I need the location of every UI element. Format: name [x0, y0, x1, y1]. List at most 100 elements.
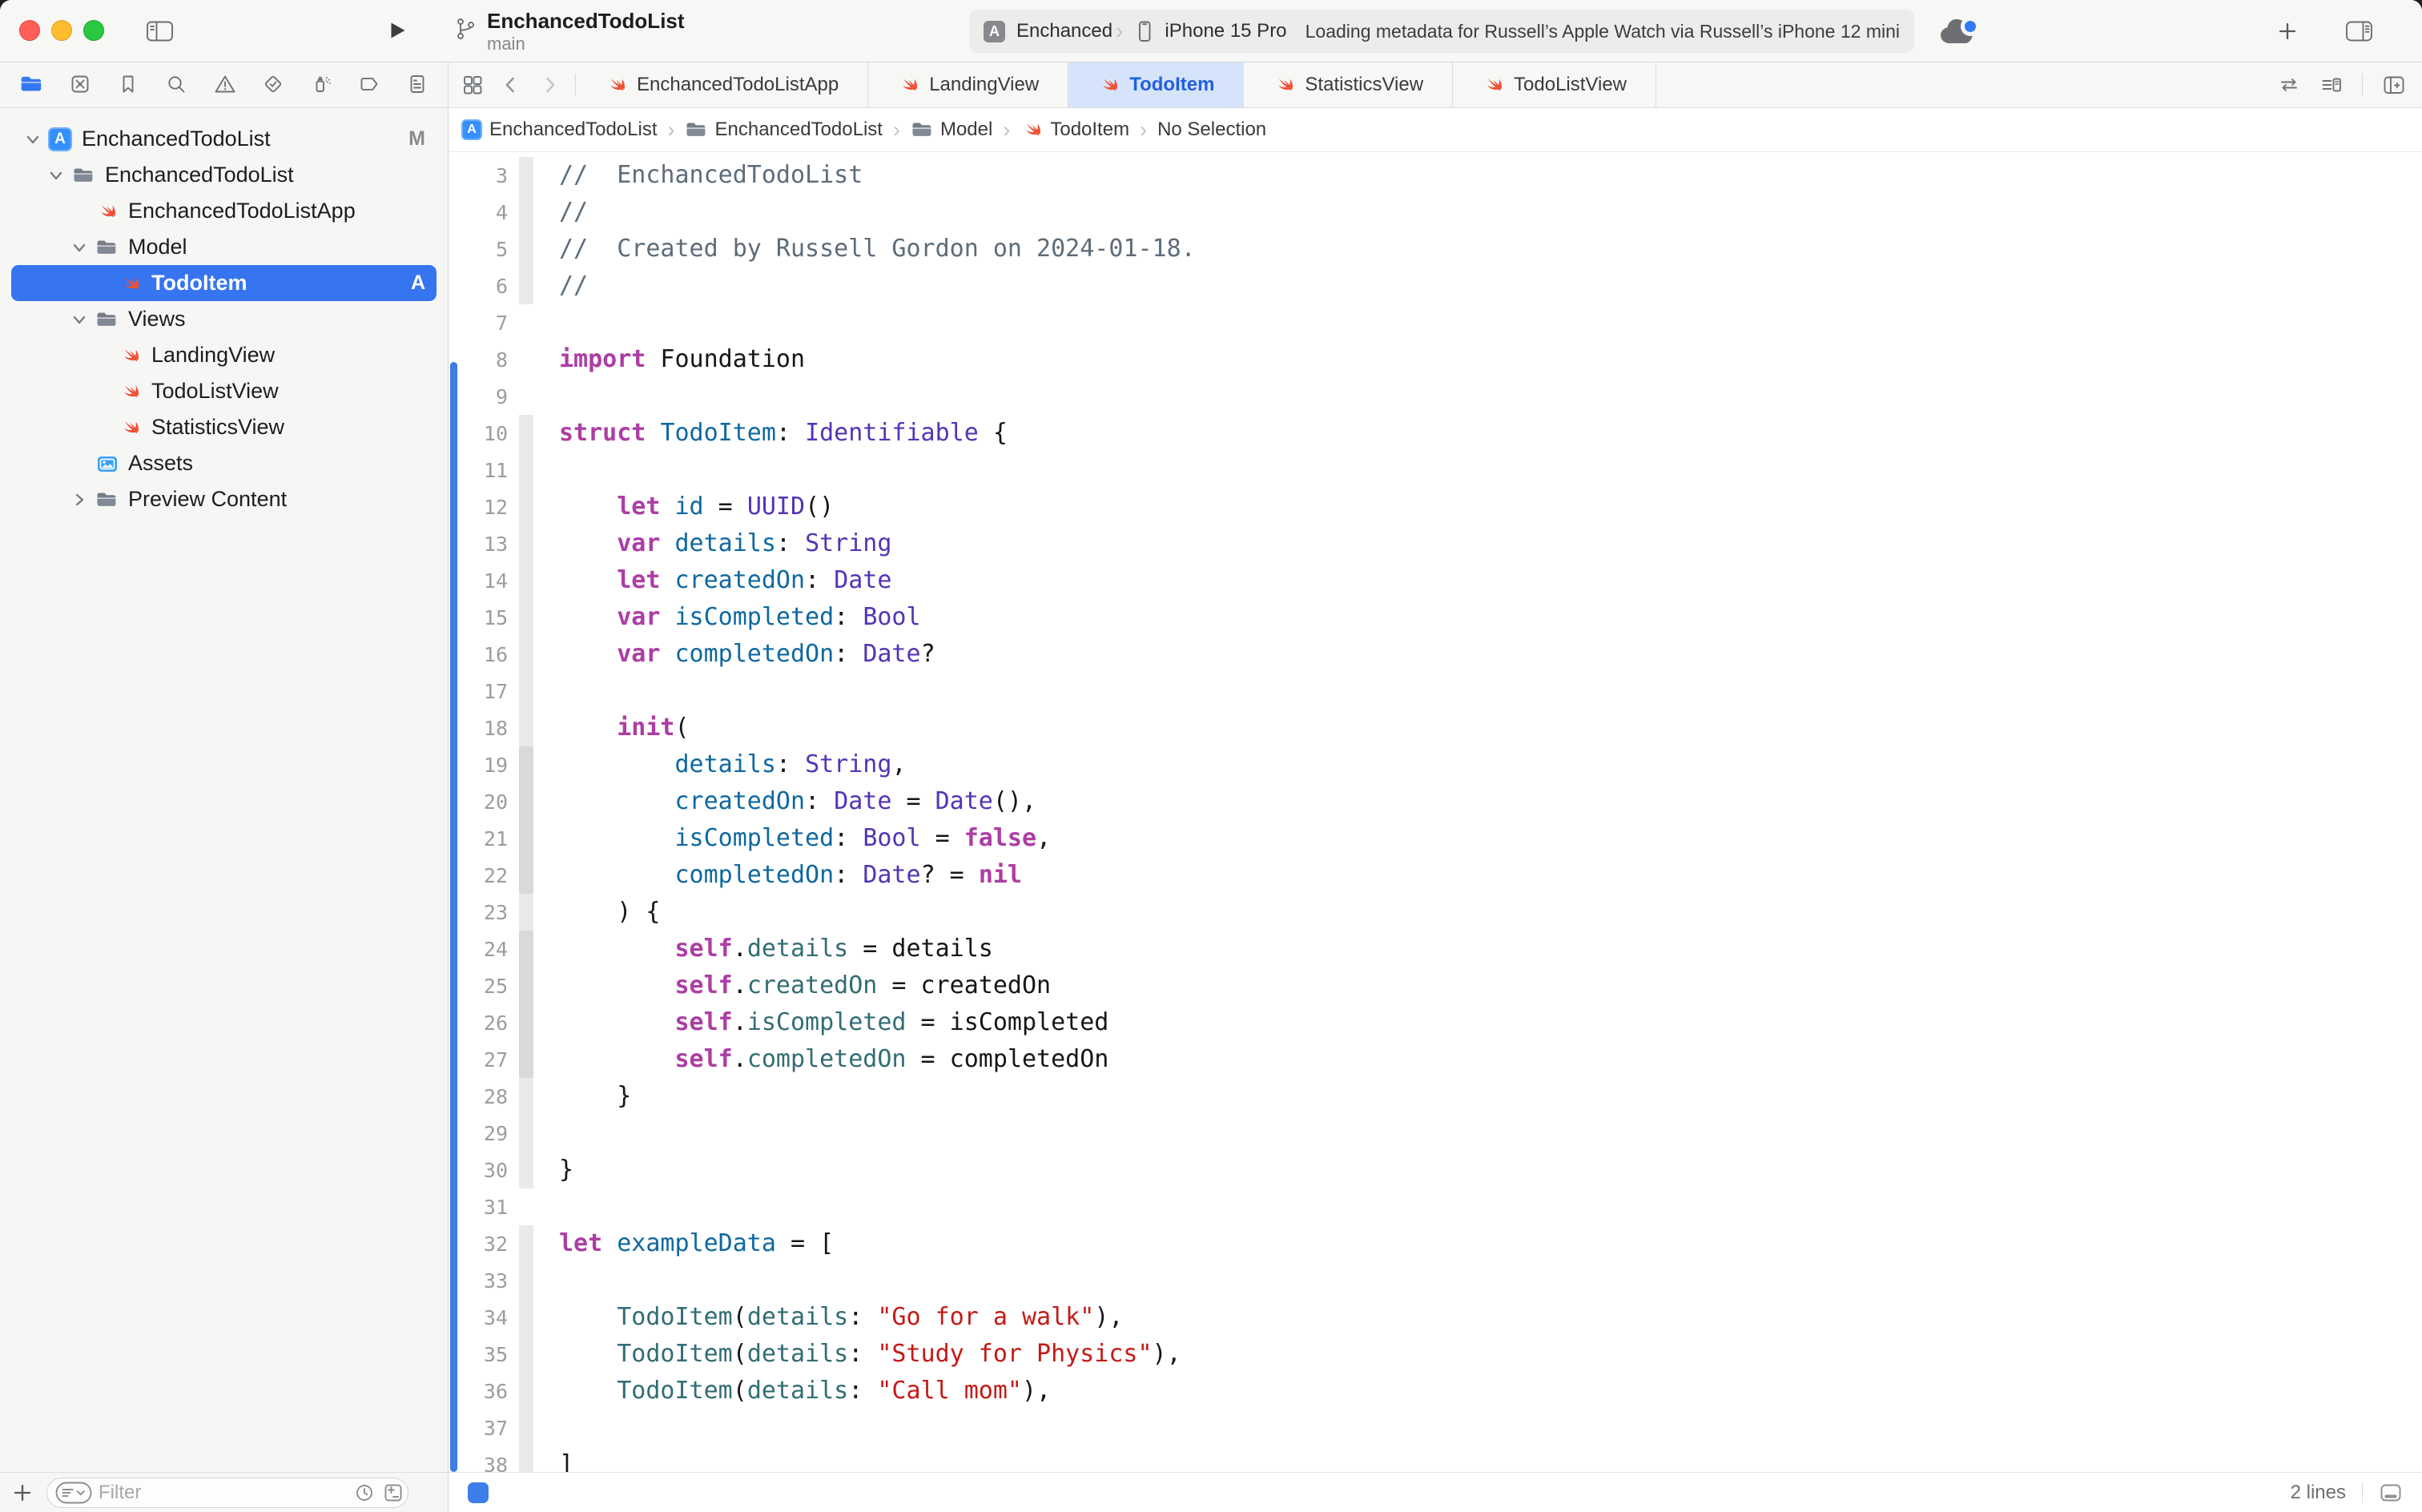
code-fold-ribbon[interactable] [519, 489, 533, 525]
line-number[interactable]: 32 [449, 1233, 519, 1256]
code-fold-ribbon[interactable] [519, 599, 533, 636]
code-fold-ribbon[interactable] [519, 1373, 533, 1409]
code-fold-ribbon[interactable] [519, 967, 533, 1004]
tab-todolistview[interactable]: TodoListView [1453, 62, 1656, 107]
line-number[interactable]: 8 [449, 348, 519, 372]
code-fold-ribbon[interactable] [519, 1004, 533, 1041]
code-block-indicator-icon[interactable] [468, 1482, 489, 1503]
line-number[interactable]: 38 [449, 1454, 519, 1473]
tree-item-enchancedtodolist[interactable]: AEnchancedTodoListM [11, 121, 437, 157]
report-navigator-icon[interactable] [406, 73, 428, 98]
line-number[interactable]: 28 [449, 1085, 519, 1108]
tree-item-todoitem[interactable]: TodoItemA [11, 265, 437, 301]
line-number[interactable]: 19 [449, 754, 519, 777]
line-number[interactable]: 14 [449, 569, 519, 593]
code-fold-ribbon[interactable] [519, 1041, 533, 1078]
code-fold-ribbon[interactable] [519, 452, 533, 489]
test-navigator-icon[interactable] [262, 73, 284, 98]
line-number[interactable]: 18 [449, 717, 519, 740]
breadcrumb-segment[interactable]: AEnchancedTodoList [461, 119, 657, 141]
code-fold-ribbon[interactable] [519, 1409, 533, 1446]
find-navigator-icon[interactable] [165, 73, 187, 98]
device-selector[interactable]: iPhone 15 Pro [1165, 20, 1286, 42]
forward-button[interactable] [538, 74, 561, 96]
tab-landingview[interactable]: LandingView [868, 62, 1068, 107]
line-number[interactable]: 30 [449, 1159, 519, 1182]
code-fold-ribbon[interactable] [519, 1262, 533, 1299]
issue-navigator-icon[interactable] [214, 73, 236, 98]
tree-item-model[interactable]: Model [11, 229, 437, 265]
line-number[interactable]: 10 [449, 422, 519, 445]
code-fold-ribbon[interactable] [519, 157, 533, 194]
breadcrumb-segment[interactable]: TodoItem [1020, 119, 1129, 141]
chevron-open-icon[interactable] [67, 311, 91, 328]
line-number[interactable]: 27 [449, 1048, 519, 1072]
add-file-button[interactable] [11, 1482, 34, 1504]
line-number[interactable]: 6 [449, 275, 519, 298]
line-number[interactable]: 5 [449, 238, 519, 261]
related-items-icon[interactable] [2277, 74, 2301, 96]
line-number[interactable]: 4 [449, 201, 519, 224]
code-fold-ribbon[interactable] [519, 267, 533, 304]
code-fold-ribbon[interactable] [519, 1299, 533, 1336]
tab-overview-icon[interactable] [461, 74, 484, 96]
line-number[interactable]: 34 [449, 1306, 519, 1329]
code-fold-ribbon[interactable] [519, 746, 533, 783]
tree-item-landingview[interactable]: LandingView [11, 337, 437, 373]
line-number[interactable]: 9 [449, 385, 519, 408]
chevron-open-icon[interactable] [67, 239, 91, 256]
code-fold-ribbon[interactable] [519, 1336, 533, 1373]
chevron-closed-icon[interactable] [67, 491, 91, 509]
code-fold-ribbon[interactable] [519, 415, 533, 452]
tree-item-statisticsview[interactable]: StatisticsView [11, 409, 437, 445]
code-fold-ribbon[interactable] [519, 1152, 533, 1188]
breakpoint-navigator-icon[interactable] [358, 73, 380, 98]
line-number[interactable]: 26 [449, 1011, 519, 1035]
add-editor-button[interactable] [2382, 74, 2406, 96]
line-number[interactable]: 12 [449, 496, 519, 519]
code-fold-ribbon[interactable] [519, 894, 533, 931]
breadcrumb-segment[interactable]: EnchancedTodoList [685, 119, 882, 141]
inspector-toggle-icon[interactable] [2345, 19, 2374, 43]
line-number[interactable]: 37 [449, 1417, 519, 1440]
code-fold-ribbon[interactable] [519, 931, 533, 967]
breadcrumb-segment[interactable]: Model [911, 119, 992, 141]
line-number[interactable]: 31 [449, 1196, 519, 1219]
code-fold-ribbon[interactable] [519, 857, 533, 894]
tree-item-enchancedtodolist[interactable]: EnchancedTodoList [11, 157, 437, 193]
recent-files-filter-icon[interactable] [353, 1482, 376, 1504]
code-fold-ribbon[interactable] [519, 341, 533, 378]
code-fold-ribbon[interactable] [519, 783, 533, 820]
code-fold-ribbon[interactable] [519, 304, 533, 341]
code-fold-ribbon[interactable] [519, 710, 533, 746]
minimize-window-button[interactable] [51, 20, 72, 41]
tree-item-preview-content[interactable]: Preview Content [11, 481, 437, 517]
project-navigator-icon[interactable] [19, 72, 43, 99]
hide-bottom-bar-icon[interactable] [2379, 1482, 2403, 1504]
tab-todoitem[interactable]: TodoItem [1068, 62, 1244, 107]
line-number[interactable]: 22 [449, 864, 519, 887]
line-number[interactable]: 35 [449, 1343, 519, 1366]
code-fold-ribbon[interactable] [519, 1225, 533, 1262]
line-number[interactable]: 21 [449, 827, 519, 850]
line-number[interactable]: 25 [449, 975, 519, 998]
tree-item-enchancedtodolistapp[interactable]: EnchancedTodoListApp [11, 193, 437, 229]
code-fold-ribbon[interactable] [519, 194, 533, 231]
filter-options-icon[interactable] [55, 1481, 92, 1505]
breadcrumb-segment[interactable]: No Selection [1157, 119, 1266, 141]
code-fold-ribbon[interactable] [519, 1115, 533, 1152]
source-code-editor[interactable]: 3 // EnchancedTodoList 4 // 5 // Created… [449, 152, 2422, 1472]
line-number[interactable]: 29 [449, 1122, 519, 1145]
line-number[interactable]: 7 [449, 312, 519, 335]
tree-item-assets[interactable]: Assets [11, 445, 437, 481]
chevron-open-icon[interactable] [21, 131, 45, 148]
filter-input[interactable] [99, 1482, 347, 1504]
debug-navigator-icon[interactable] [310, 73, 332, 98]
line-number[interactable]: 20 [449, 790, 519, 814]
code-fold-ribbon[interactable] [519, 1188, 533, 1225]
code-fold-ribbon[interactable] [519, 820, 533, 857]
code-fold-ribbon[interactable] [519, 525, 533, 562]
line-number[interactable]: 15 [449, 606, 519, 629]
sidebar-toggle-icon[interactable] [146, 19, 175, 43]
new-tab-button[interactable] [2276, 20, 2299, 42]
